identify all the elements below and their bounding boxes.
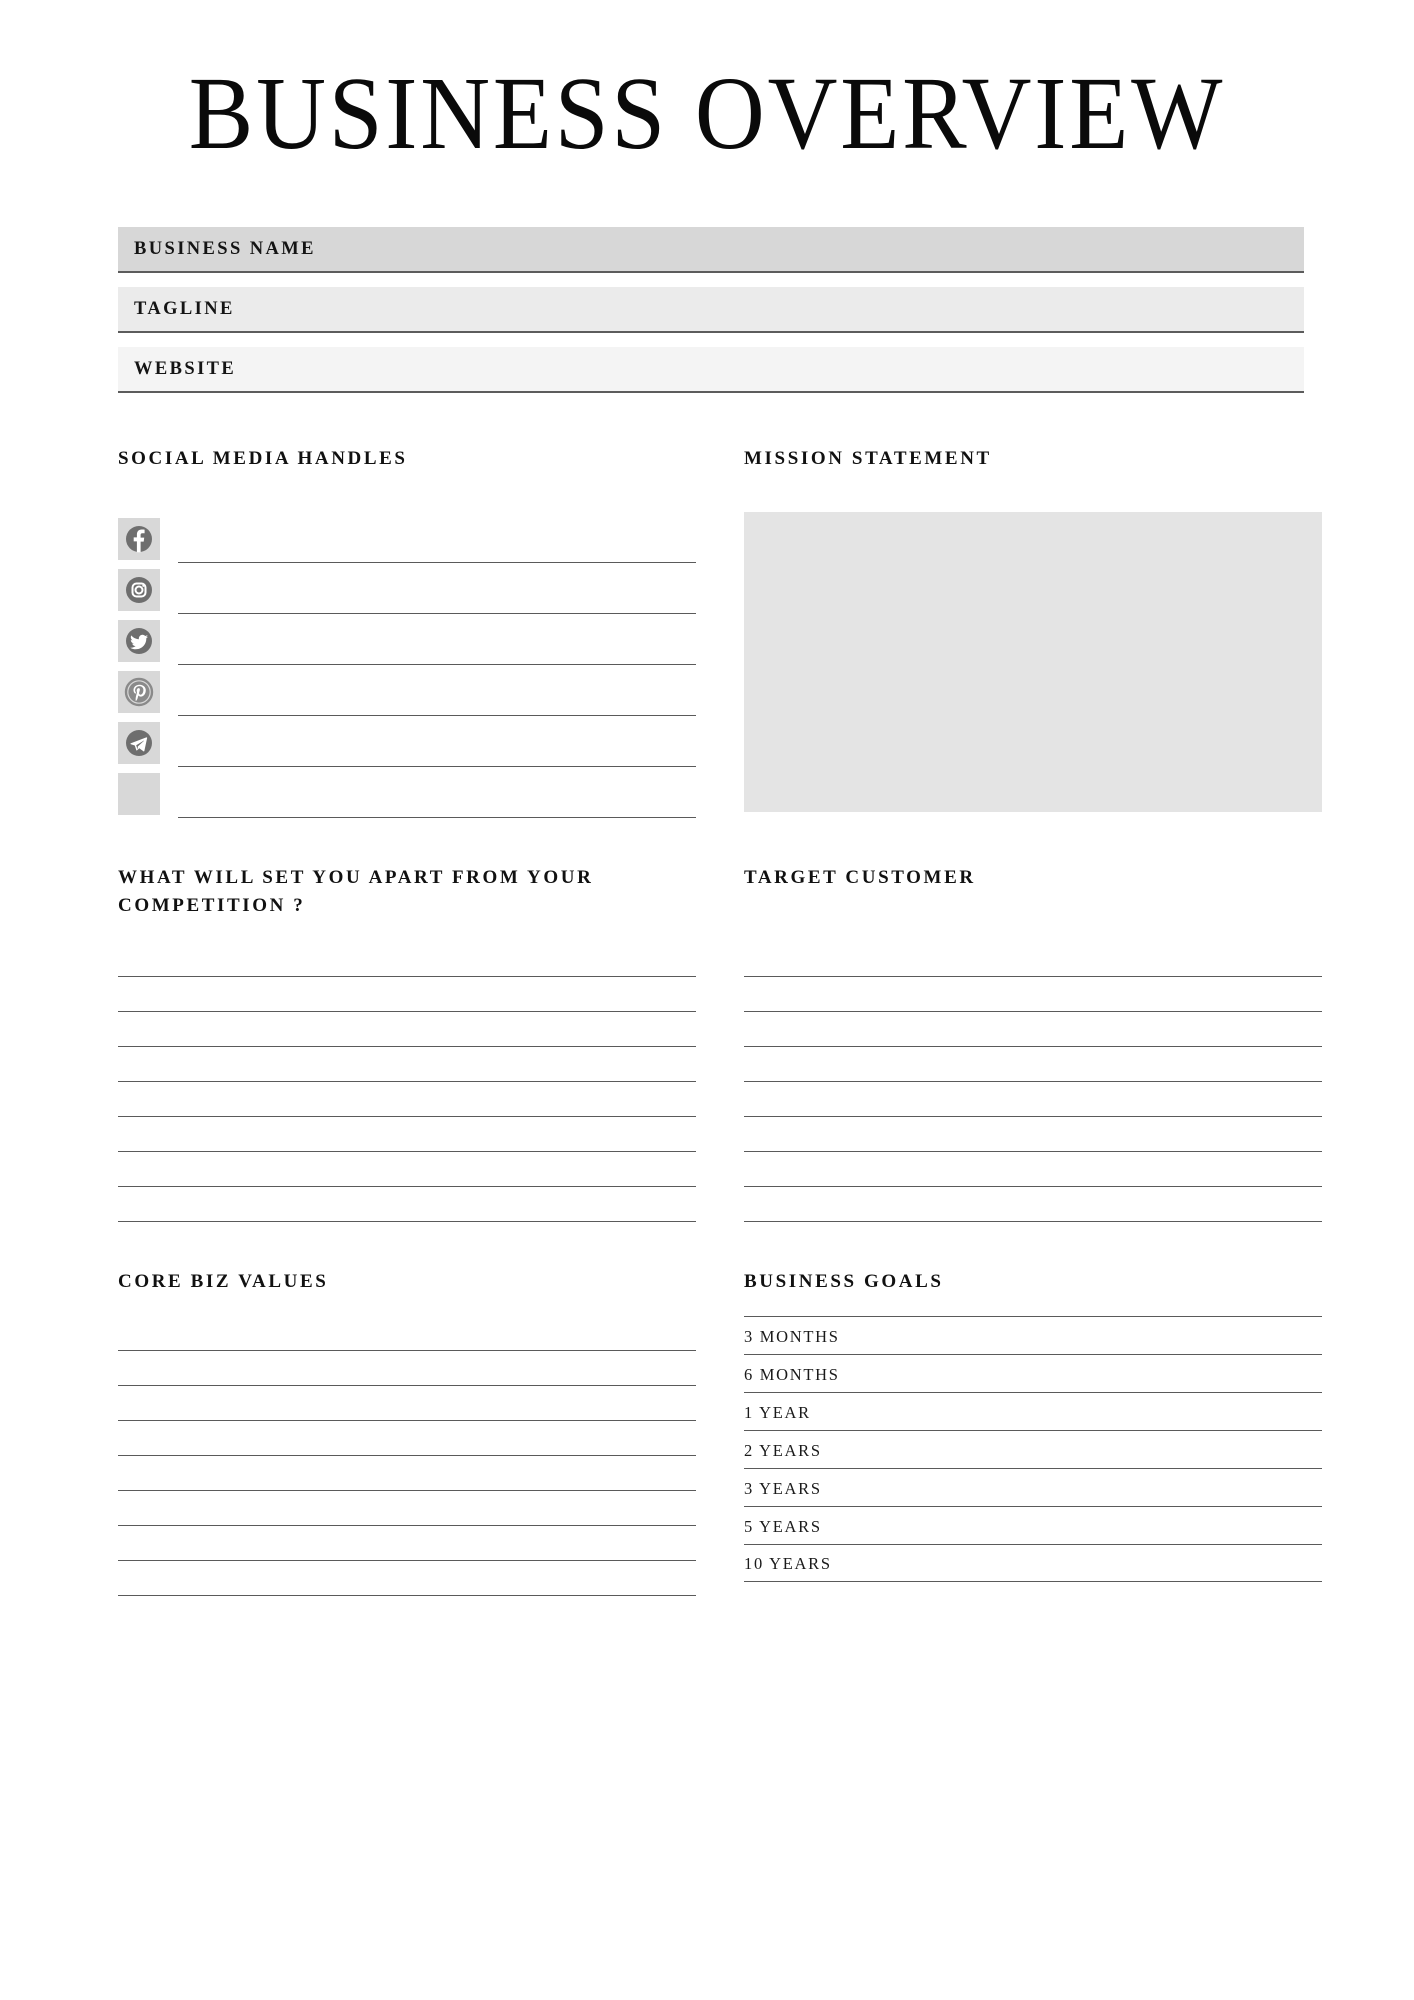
competition-line[interactable] xyxy=(118,1152,696,1187)
title-section: BUSINESS OVERVIEW xyxy=(0,0,1414,166)
instagram-icon xyxy=(118,568,160,611)
mission-statement-heading: MISSION STATEMENT xyxy=(744,448,992,469)
target-customer-line[interactable] xyxy=(744,1117,1322,1152)
core-values-line[interactable] xyxy=(118,1316,696,1351)
row-social-mission: SOCIAL MEDIA HANDLES MISSION STATEMENT xyxy=(0,445,1414,818)
target-customer-line[interactable] xyxy=(744,1047,1322,1082)
target-customer-line[interactable] xyxy=(744,977,1322,1012)
business-goals-section: BUSINESS GOALS 3 MONTHS 6 MONTHS 1 YEAR … xyxy=(744,1268,1322,1597)
social-row-other xyxy=(118,767,696,818)
competition-line[interactable] xyxy=(118,1082,696,1117)
telegram-icon xyxy=(118,721,160,764)
goal-period-label: 3 YEARS xyxy=(744,1478,822,1498)
target-customer-line[interactable] xyxy=(744,1012,1322,1047)
blank-icon xyxy=(118,772,160,815)
social-row-facebook xyxy=(118,512,696,563)
social-row-twitter xyxy=(118,614,696,665)
target-customer-lines xyxy=(744,942,1322,1222)
website-label: WEBSITE xyxy=(134,358,237,379)
target-customer-line[interactable] xyxy=(744,1082,1322,1117)
goal-period-label: 5 YEARS xyxy=(744,1516,822,1536)
competition-line[interactable] xyxy=(118,977,696,1012)
facebook-icon xyxy=(118,517,160,560)
twitter-handle-input[interactable] xyxy=(178,614,696,665)
business-goals-list: 3 MONTHS 6 MONTHS 1 YEAR 2 YEARS 3 YEARS… xyxy=(744,1316,1322,1582)
business-overview-page: BUSINESS OVERVIEW BUSINESS NAME TAGLINE … xyxy=(0,0,1414,2000)
social-media-heading: SOCIAL MEDIA HANDLES xyxy=(118,448,408,469)
core-values-line[interactable] xyxy=(118,1491,696,1526)
target-customer-heading: TARGET CUSTOMER xyxy=(744,866,976,888)
core-values-line[interactable] xyxy=(118,1526,696,1561)
row-values-goals: CORE BIZ VALUES BUSINESS GOALS 3 MONTHS … xyxy=(0,1268,1414,1597)
goal-period-label: 1 YEAR xyxy=(744,1402,811,1422)
target-customer-line[interactable] xyxy=(744,1187,1322,1222)
goal-period-label: 6 MONTHS xyxy=(744,1364,840,1384)
field-bars: BUSINESS NAME TAGLINE WEBSITE xyxy=(0,227,1414,393)
core-values-heading: CORE BIZ VALUES xyxy=(118,1270,329,1292)
competition-heading: WHAT WILL SET YOU APART FROM YOUR COMPET… xyxy=(118,866,594,917)
competition-line[interactable] xyxy=(118,1187,696,1222)
tagline-label: TAGLINE xyxy=(134,298,235,319)
target-customer-line[interactable] xyxy=(744,942,1322,977)
goal-period-label: 2 YEARS xyxy=(744,1440,822,1460)
goal-row[interactable]: 10 YEARS xyxy=(744,1544,1322,1582)
core-values-line[interactable] xyxy=(118,1351,696,1386)
goal-row[interactable]: 3 MONTHS xyxy=(744,1316,1322,1354)
pinterest-handle-input[interactable] xyxy=(178,665,696,716)
competition-line[interactable] xyxy=(118,1117,696,1152)
competition-line[interactable] xyxy=(118,1012,696,1047)
target-customer-section: TARGET CUSTOMER xyxy=(744,864,1322,1222)
row-competition-target: WHAT WILL SET YOU APART FROM YOUR COMPET… xyxy=(0,864,1414,1222)
mission-statement-section: MISSION STATEMENT xyxy=(744,445,1322,818)
instagram-handle-input[interactable] xyxy=(178,563,696,614)
social-row-instagram xyxy=(118,563,696,614)
pinterest-icon xyxy=(118,670,160,713)
goal-row[interactable]: 3 YEARS xyxy=(744,1468,1322,1506)
business-name-field[interactable]: BUSINESS NAME xyxy=(118,227,1304,273)
social-row-telegram xyxy=(118,716,696,767)
competition-lines xyxy=(118,942,696,1222)
target-customer-line[interactable] xyxy=(744,1152,1322,1187)
competition-line[interactable] xyxy=(118,942,696,977)
goal-row[interactable]: 6 MONTHS xyxy=(744,1354,1322,1392)
goal-period-label: 10 YEARS xyxy=(744,1554,832,1573)
core-values-line[interactable] xyxy=(118,1386,696,1421)
core-values-lines xyxy=(118,1316,696,1596)
telegram-handle-input[interactable] xyxy=(178,716,696,767)
social-handles-list xyxy=(118,512,696,818)
social-media-section: SOCIAL MEDIA HANDLES xyxy=(118,445,696,818)
business-name-label: BUSINESS NAME xyxy=(134,238,316,259)
website-field[interactable]: WEBSITE xyxy=(118,347,1304,393)
page-title: BUSINESS OVERVIEW xyxy=(188,56,1226,171)
social-row-pinterest xyxy=(118,665,696,716)
goal-row[interactable]: 1 YEAR xyxy=(744,1392,1322,1430)
competition-line[interactable] xyxy=(118,1047,696,1082)
core-values-line[interactable] xyxy=(118,1421,696,1456)
mission-statement-input[interactable] xyxy=(744,511,1322,812)
core-values-line[interactable] xyxy=(118,1561,696,1596)
core-values-section: CORE BIZ VALUES xyxy=(118,1268,696,1596)
competition-section: WHAT WILL SET YOU APART FROM YOUR COMPET… xyxy=(118,864,696,1222)
business-goals-heading: BUSINESS GOALS xyxy=(744,1270,944,1292)
goal-row[interactable]: 5 YEARS xyxy=(744,1506,1322,1544)
core-values-line[interactable] xyxy=(118,1456,696,1491)
goal-period-label: 3 MONTHS xyxy=(744,1326,840,1346)
goal-row[interactable]: 2 YEARS xyxy=(744,1430,1322,1468)
facebook-handle-input[interactable] xyxy=(178,512,696,563)
other-handle-input[interactable] xyxy=(178,767,696,818)
tagline-field[interactable]: TAGLINE xyxy=(118,287,1304,333)
twitter-icon xyxy=(118,619,160,662)
